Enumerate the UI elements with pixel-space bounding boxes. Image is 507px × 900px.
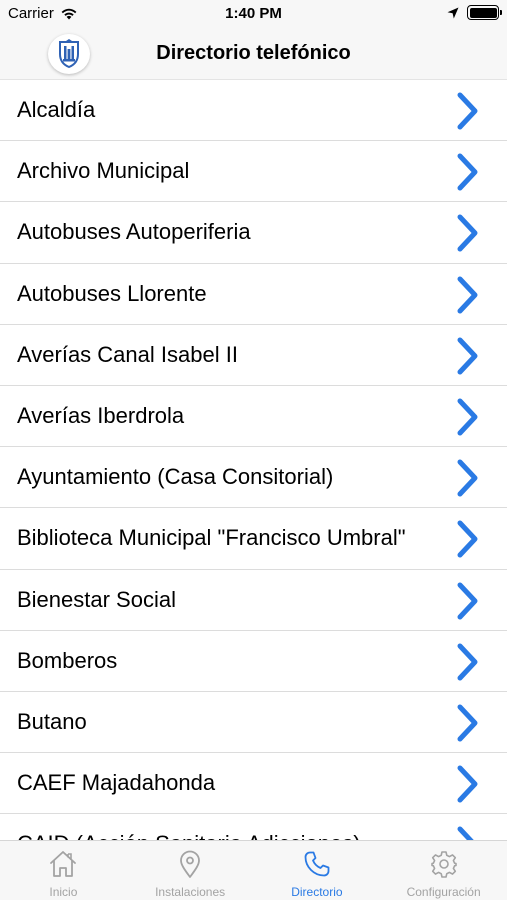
- page-title: Directorio telefónico: [156, 42, 351, 64]
- list-item-label: Autobuses Llorente: [17, 280, 207, 306]
- battery-fill: [469, 7, 497, 18]
- chevron-right-icon: [457, 92, 478, 130]
- list-item[interactable]: Alcaldía: [0, 80, 507, 142]
- list-item[interactable]: Bomberos: [0, 631, 507, 692]
- list-item-label: Ayuntamiento (Casa Consitorial): [17, 464, 334, 490]
- status-right: [447, 5, 502, 20]
- list-item-label: Bomberos: [17, 647, 118, 673]
- chevron-right-icon: [457, 826, 474, 840]
- chevron-right-icon: [457, 459, 478, 497]
- chevron-right-icon: [457, 643, 478, 681]
- list-item-label: Biblioteca Municipal "Francisco Umbral": [17, 525, 406, 551]
- directory-list[interactable]: Alcaldía Archivo Municipal Autobuses Aut…: [0, 80, 507, 840]
- chevron-right-icon: [457, 704, 478, 742]
- list-item[interactable]: Bienestar Social: [0, 570, 507, 631]
- status-time: 1:40 PM: [225, 5, 282, 22]
- list-item-label: Archivo Municipal: [17, 158, 190, 184]
- tab-configuracion[interactable]: Configuración: [380, 841, 507, 900]
- list-item-label: Bienestar Social: [17, 586, 176, 612]
- chevron-right-icon: [457, 214, 478, 252]
- tab-label: Instalaciones: [155, 885, 226, 899]
- chevron-right-icon: [457, 153, 478, 191]
- list-item-label: CAEF Majadahonda: [17, 770, 216, 796]
- list-item[interactable]: Averías Iberdrola: [0, 386, 507, 448]
- list-item-label: Averías Iberdrola: [17, 402, 185, 428]
- battery-icon: [467, 5, 502, 20]
- list-item[interactable]: Autobuses Llorente: [0, 264, 507, 325]
- chevron-right-icon: [457, 398, 478, 436]
- tab-label: Inicio: [49, 885, 78, 899]
- list-item[interactable]: CAID (Acción Sanitaria Adicciones): [0, 814, 507, 840]
- phone-icon: [304, 851, 330, 877]
- tab-bar: Inicio Instalaciones Directorio Configur…: [0, 840, 507, 900]
- battery-cap: [499, 10, 502, 15]
- status-bar: Carrier 1:40 PM: [0, 0, 507, 26]
- location-arrow-icon: [447, 7, 459, 18]
- tab-label: Directorio: [291, 885, 343, 899]
- list-item[interactable]: Biblioteca Municipal "Francisco Umbral": [0, 508, 507, 570]
- list-item[interactable]: Ayuntamiento (Casa Consitorial): [0, 447, 507, 509]
- tab-inicio[interactable]: Inicio: [0, 841, 127, 900]
- chevron-right-icon: [457, 582, 478, 619]
- home-icon: [50, 851, 77, 877]
- list-item[interactable]: Butano: [0, 692, 507, 754]
- gear-icon: [430, 851, 457, 878]
- chevron-right-icon: [457, 765, 478, 803]
- list-item-label: Butano: [17, 708, 87, 734]
- list-item[interactable]: CAEF Majadahonda: [0, 753, 507, 815]
- chevron-right-icon: [457, 276, 478, 314]
- tab-directorio[interactable]: Directorio: [254, 841, 381, 900]
- list-item[interactable]: Archivo Municipal: [0, 141, 507, 203]
- list-item[interactable]: Averías Canal Isabel II: [0, 325, 507, 386]
- navigation-bar: Directorio telefónico: [0, 26, 507, 80]
- list-item[interactable]: Autobuses Autoperiferia: [0, 202, 507, 264]
- list-item-label: Alcaldía: [17, 97, 96, 122]
- list-item-label: Autobuses Autoperiferia: [17, 219, 251, 245]
- chevron-right-icon: [457, 337, 478, 375]
- list-item-label: Averías Canal Isabel II: [17, 341, 238, 367]
- list-item-label: CAID (Acción Sanitaria Adicciones): [17, 831, 437, 840]
- tab-instalaciones[interactable]: Instalaciones: [127, 841, 254, 900]
- chevron-right-icon: [457, 520, 478, 558]
- location-pin-icon: [180, 850, 201, 878]
- tab-label: Configuración: [406, 885, 481, 899]
